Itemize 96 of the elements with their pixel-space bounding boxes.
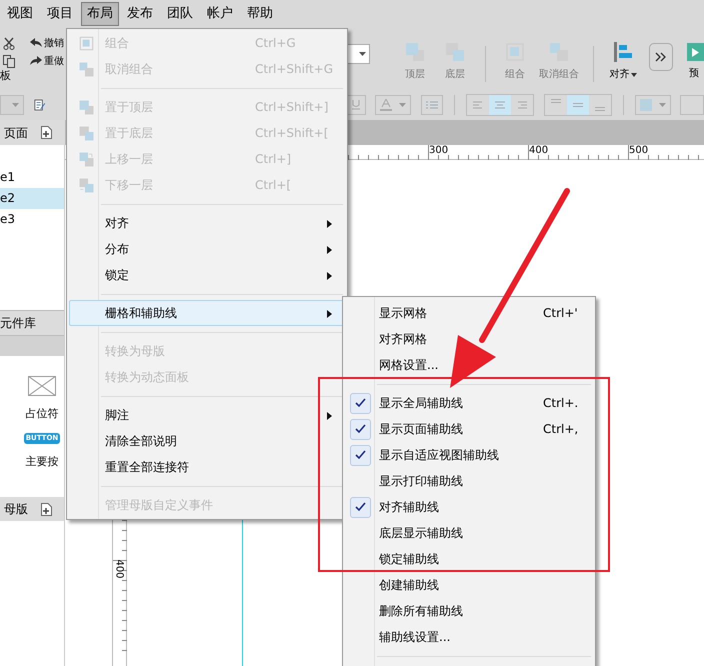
submenu-arrow-icon xyxy=(327,272,332,280)
align-lines-icon xyxy=(473,101,483,109)
check-icon xyxy=(354,450,366,460)
checkbox[interactable] xyxy=(350,496,370,518)
note-icon[interactable] xyxy=(34,98,46,112)
checkbox[interactable] xyxy=(350,392,370,414)
clipboard-group-label: 板 xyxy=(0,68,11,84)
menu-bar-item[interactable]: 帐户 xyxy=(201,2,239,26)
page-item[interactable]: e3 xyxy=(0,209,64,230)
font-color-dropdown[interactable] xyxy=(375,95,411,115)
menu-bar-item[interactable]: 视图 xyxy=(1,2,39,26)
ruler-label: 500 xyxy=(629,145,648,157)
undo-icon[interactable] xyxy=(30,38,42,48)
checkbox[interactable] xyxy=(350,418,370,440)
send-back-icon xyxy=(444,41,466,63)
bring-front-icon xyxy=(404,41,426,63)
page-item[interactable]: e2 xyxy=(0,188,64,209)
valign-lines-icon xyxy=(551,99,561,103)
menu-item[interactable]: 显示全局辅助线 Ctrl+. xyxy=(343,390,595,416)
menu-item[interactable]: 删除所有辅助线 xyxy=(343,598,595,624)
menu-item[interactable]: 栅格和辅助线 xyxy=(69,300,345,326)
align-lines-icon xyxy=(495,101,505,109)
ruler-label: 400 xyxy=(112,559,125,579)
move-up-icon xyxy=(78,150,94,168)
redo-icon[interactable] xyxy=(30,56,42,66)
menu-bar-item[interactable]: 项目 xyxy=(41,2,79,26)
font-color-icon xyxy=(380,99,392,111)
play-icon xyxy=(692,48,699,56)
widget-label: 主要按 xyxy=(26,454,58,470)
fill-swatch xyxy=(640,99,652,111)
menu-bar-item[interactable]: 团队 xyxy=(161,2,199,26)
more-button[interactable] xyxy=(649,43,673,71)
fill-color-dropdown[interactable] xyxy=(635,95,671,115)
add-page-icon[interactable] xyxy=(41,126,52,139)
menu-item[interactable]: 对齐辅助线 xyxy=(343,494,595,520)
align-lines-icon xyxy=(517,101,527,109)
menu-item[interactable]: 显示页面辅助线 Ctrl+, xyxy=(343,416,595,442)
panel-title: 页面 xyxy=(4,124,28,142)
submenu-arrow-icon xyxy=(327,412,332,420)
check-icon xyxy=(354,398,366,408)
double-chevron-icon xyxy=(655,52,667,62)
menu-item[interactable]: 显示自适应视图辅助线 xyxy=(343,442,595,468)
caret-icon xyxy=(399,103,406,107)
group-icon xyxy=(504,41,526,63)
menu-item[interactable]: 显示网格 Ctrl+' xyxy=(343,300,595,326)
menu-item[interactable]: 锁定辅助线 xyxy=(343,546,595,572)
check-icon xyxy=(354,424,366,434)
placeholder-widget-icon[interactable] xyxy=(28,376,56,396)
underline-icon xyxy=(352,100,360,110)
menu-item[interactable]: 锁定 xyxy=(69,262,345,288)
valign-lines-icon xyxy=(595,107,605,111)
redo-label[interactable]: 重做 xyxy=(44,54,64,68)
menu-item[interactable]: 底层显示辅助线 xyxy=(343,520,595,546)
caret-icon xyxy=(630,72,636,76)
bullet-list-icon xyxy=(426,101,438,109)
submenu-arrow-icon xyxy=(327,310,332,318)
menu-item[interactable]: 对齐网格 xyxy=(343,326,595,352)
cut-icon[interactable] xyxy=(3,36,15,50)
preview-button[interactable]: 预 xyxy=(687,28,704,81)
caret-icon xyxy=(12,103,20,107)
submenu-arrow-icon xyxy=(327,246,332,254)
menu-bar-item[interactable]: 布局 xyxy=(81,2,119,26)
panel-title: 母版 xyxy=(4,501,28,518)
menu-item[interactable]: 清除全部说明 xyxy=(69,428,345,454)
checkbox[interactable] xyxy=(350,444,370,466)
add-page-icon[interactable] xyxy=(41,502,52,516)
ungroup-icon xyxy=(548,41,570,63)
menu-item[interactable]: 脚注 xyxy=(69,402,345,428)
menu-item[interactable]: 分布 xyxy=(69,236,345,262)
menu-bar-item[interactable]: 帮助 xyxy=(241,2,279,26)
align-left-icon xyxy=(612,41,634,63)
move-down-icon xyxy=(78,176,94,194)
caret-icon xyxy=(359,52,366,56)
page-item[interactable]: e1 xyxy=(0,167,64,188)
panel-title: 元件库 xyxy=(0,315,36,332)
menu-bar-item[interactable]: 发布 xyxy=(121,2,159,26)
menu-item[interactable]: 创建辅助线 xyxy=(343,572,595,598)
ruler-label: 300 xyxy=(429,145,448,157)
menu-item[interactable]: 重置全部连接符 xyxy=(69,454,345,480)
menu-item[interactable]: 显示打印辅助线 xyxy=(343,468,595,494)
toolbar-button[interactable]: 对齐 xyxy=(603,28,643,82)
caret-icon xyxy=(659,103,666,107)
menu-item[interactable]: 网格设置... xyxy=(343,352,595,378)
group-icon xyxy=(78,34,94,52)
ruler-label: 400 xyxy=(529,145,548,157)
widget-label: 占位符 xyxy=(26,406,58,422)
send-back-icon xyxy=(78,124,94,142)
check-icon xyxy=(354,502,366,512)
undo-label[interactable]: 撤销 xyxy=(44,36,64,50)
menu-item[interactable]: 辅助线设置... xyxy=(343,624,595,650)
bring-front-icon xyxy=(78,98,94,116)
ungroup-icon xyxy=(78,60,94,78)
valign-lines-icon xyxy=(573,103,583,107)
copy-icon[interactable] xyxy=(3,54,15,68)
menu-item[interactable]: 对齐 xyxy=(69,210,345,236)
submenu-arrow-icon xyxy=(327,220,332,228)
